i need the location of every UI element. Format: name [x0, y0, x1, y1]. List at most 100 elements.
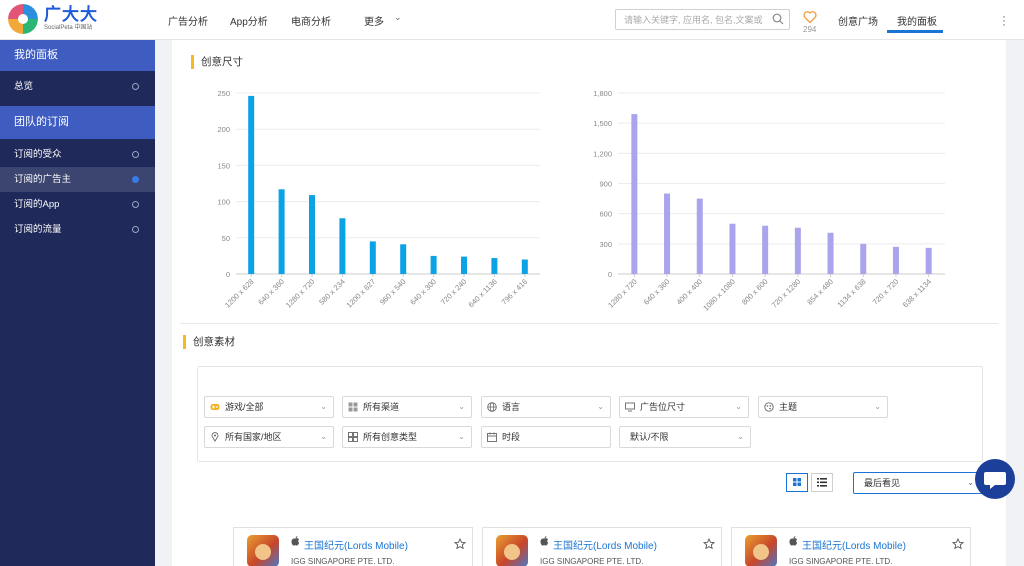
filter-country-region[interactable]: 所有国家/地区 ⌄	[204, 426, 334, 448]
x-tick-label: 720 x 720	[871, 277, 901, 307]
filter-time-period[interactable]: 时段	[481, 426, 611, 448]
active-tab-indicator	[887, 30, 943, 33]
filter-creative-type[interactable]: 所有创意类型 ⌄	[342, 426, 472, 448]
sidebar-item-label: 订阅的App	[14, 199, 60, 210]
filter-channel[interactable]: 所有渠道 ⌄	[342, 396, 472, 418]
filter-label: 广告位尺寸	[640, 402, 686, 412]
grid-icon	[348, 402, 358, 412]
bar[interactable]	[827, 232, 834, 274]
ad-card[interactable]: 王国纪元(Lords Mobile) IGG SINGAPORE PTE. LT…	[482, 527, 722, 566]
sidebar-item-traffic[interactable]: 订阅的流量	[0, 217, 155, 242]
bar[interactable]	[631, 114, 638, 274]
bar[interactable]	[860, 243, 867, 274]
chevron-down-icon: ⌄	[458, 432, 465, 441]
bar[interactable]	[278, 189, 285, 274]
main-panel: 创意尺寸 250 200 150 100 50 0 1200 x 628 640 x 360 1…	[172, 40, 1006, 566]
x-tick-label: 720 x 1280	[770, 277, 803, 310]
sidebar-item-apps[interactable]: 订阅的App	[0, 192, 155, 217]
bar[interactable]	[696, 198, 703, 274]
app-title-link[interactable]: 王国纪元(Lords Mobile)	[802, 537, 906, 552]
filter-language[interactable]: 语言 ⌄	[481, 396, 611, 418]
bar[interactable]	[729, 223, 736, 274]
star-icon[interactable]	[454, 538, 466, 550]
app-thumbnail[interactable]	[247, 535, 279, 566]
filter-label: 所有国家/地区	[225, 432, 282, 442]
chevron-down-icon: ⌄	[320, 432, 327, 441]
y-tick-label: 50	[222, 234, 230, 243]
sidebar-item-advertisers[interactable]: 订阅的广告主	[0, 167, 155, 192]
bar[interactable]	[369, 241, 376, 274]
brand-logo-icon[interactable]	[8, 4, 38, 34]
bar[interactable]	[664, 193, 671, 274]
nav-ad-analysis[interactable]: 广告分析	[168, 13, 208, 28]
y-tick-label: 300	[599, 240, 612, 249]
list-view-button[interactable]	[811, 473, 833, 492]
chevron-down-icon[interactable]: ⌄	[394, 12, 402, 23]
bar[interactable]	[400, 244, 407, 274]
chevron-down-icon: ⌄	[320, 402, 327, 411]
bar[interactable]	[925, 247, 932, 274]
favorites-heart-icon[interactable]	[803, 10, 817, 24]
y-tick-label: 1,200	[593, 149, 612, 158]
star-icon[interactable]	[703, 538, 715, 550]
grid-view-button[interactable]	[786, 473, 808, 492]
sidebar-item-label: 订阅的广告主	[14, 174, 72, 185]
x-tick-label: 640 x 360	[642, 277, 672, 307]
bar[interactable]	[248, 95, 255, 274]
bar[interactable]	[794, 227, 801, 274]
filter-default-unlimited[interactable]: 默认/不限 ⌄	[619, 426, 751, 448]
filter-ad-slot-size[interactable]: 广告位尺寸 ⌄	[619, 396, 749, 418]
bar[interactable]	[309, 195, 315, 274]
bar[interactable]	[461, 256, 467, 274]
nav-app-analysis[interactable]: App分析	[230, 13, 268, 28]
sort-select[interactable]: 最后看见 ⌄	[853, 472, 983, 494]
radio-dot-icon	[132, 151, 139, 158]
x-tick-label: 960 x 540	[378, 277, 408, 307]
bar[interactable]	[430, 255, 437, 274]
ad-card[interactable]: 王国纪元(Lords Mobile) IGG SINGAPORE PTE. LT…	[233, 527, 473, 566]
bar[interactable]	[762, 225, 769, 274]
nav-creative-plaza[interactable]: 创意广场	[838, 13, 878, 28]
app-thumbnail[interactable]	[496, 535, 528, 566]
y-tick-label: 250	[217, 89, 230, 98]
bar[interactable]	[339, 218, 346, 274]
chat-support-button[interactable]	[975, 459, 1015, 499]
filter-theme[interactable]: 主题 ⌄	[758, 396, 888, 418]
creative-size-chart-right: 1,800 1,500 1,200 900 600 300 01280 x 720 640 x…	[593, 89, 945, 313]
nav-ecommerce-analysis[interactable]: 电商分析	[291, 13, 331, 28]
apple-icon	[789, 536, 798, 546]
star-icon[interactable]	[952, 538, 964, 550]
more-options-icon[interactable]: · · ·	[1002, 10, 1006, 30]
filter-label: 时段	[502, 432, 521, 442]
sidebar-section-team-subscriptions[interactable]: 团队的订阅	[0, 106, 155, 139]
bar[interactable]	[892, 246, 899, 274]
brand[interactable]: 广大大 SocialPeta 中国站	[44, 6, 98, 32]
app-thumbnail[interactable]	[745, 535, 777, 566]
sidebar-item-overview[interactable]: 总览	[0, 74, 155, 99]
section-title-creative-size: 创意尺寸	[191, 55, 243, 69]
app-title-link[interactable]: 王国纪元(Lords Mobile)	[304, 537, 408, 552]
nav-my-dashboard[interactable]: 我的面板	[897, 13, 937, 28]
filter-label: 所有渠道	[363, 402, 400, 412]
search-icon[interactable]	[772, 13, 784, 25]
app-title-link[interactable]: 王国纪元(Lords Mobile)	[553, 537, 657, 552]
y-tick-label: 150	[217, 161, 230, 170]
search-input[interactable]	[615, 9, 790, 30]
sidebar-section-my-dashboard[interactable]: 我的面板	[0, 40, 155, 71]
ad-card[interactable]: 王国纪元(Lords Mobile) IGG SINGAPORE PTE. LT…	[731, 527, 971, 566]
sidebar-item-label: 订阅的流量	[14, 224, 62, 235]
apple-icon	[291, 536, 300, 546]
bar[interactable]	[491, 258, 498, 274]
chevron-down-icon: ⌄	[735, 402, 742, 411]
company-name: IGG SINGAPORE PTE. LTD.	[540, 557, 644, 566]
filter-game-category[interactable]: 游戏/全部 ⌄	[204, 396, 334, 418]
x-tick-label: 1280 x 720	[606, 277, 639, 310]
bar[interactable]	[521, 259, 528, 274]
top-bar: 广大大 SocialPeta 中国站 广告分析 App分析 电商分析 更多 ⌄ …	[0, 0, 1024, 40]
sidebar-item-audiences[interactable]: 订阅的受众	[0, 142, 155, 167]
filter-label: 所有创意类型	[363, 432, 418, 442]
apple-icon	[540, 536, 549, 546]
nav-more[interactable]: 更多	[364, 13, 384, 28]
brand-name: 广大大	[44, 5, 98, 24]
x-tick-label: 640 x 360	[256, 277, 286, 307]
